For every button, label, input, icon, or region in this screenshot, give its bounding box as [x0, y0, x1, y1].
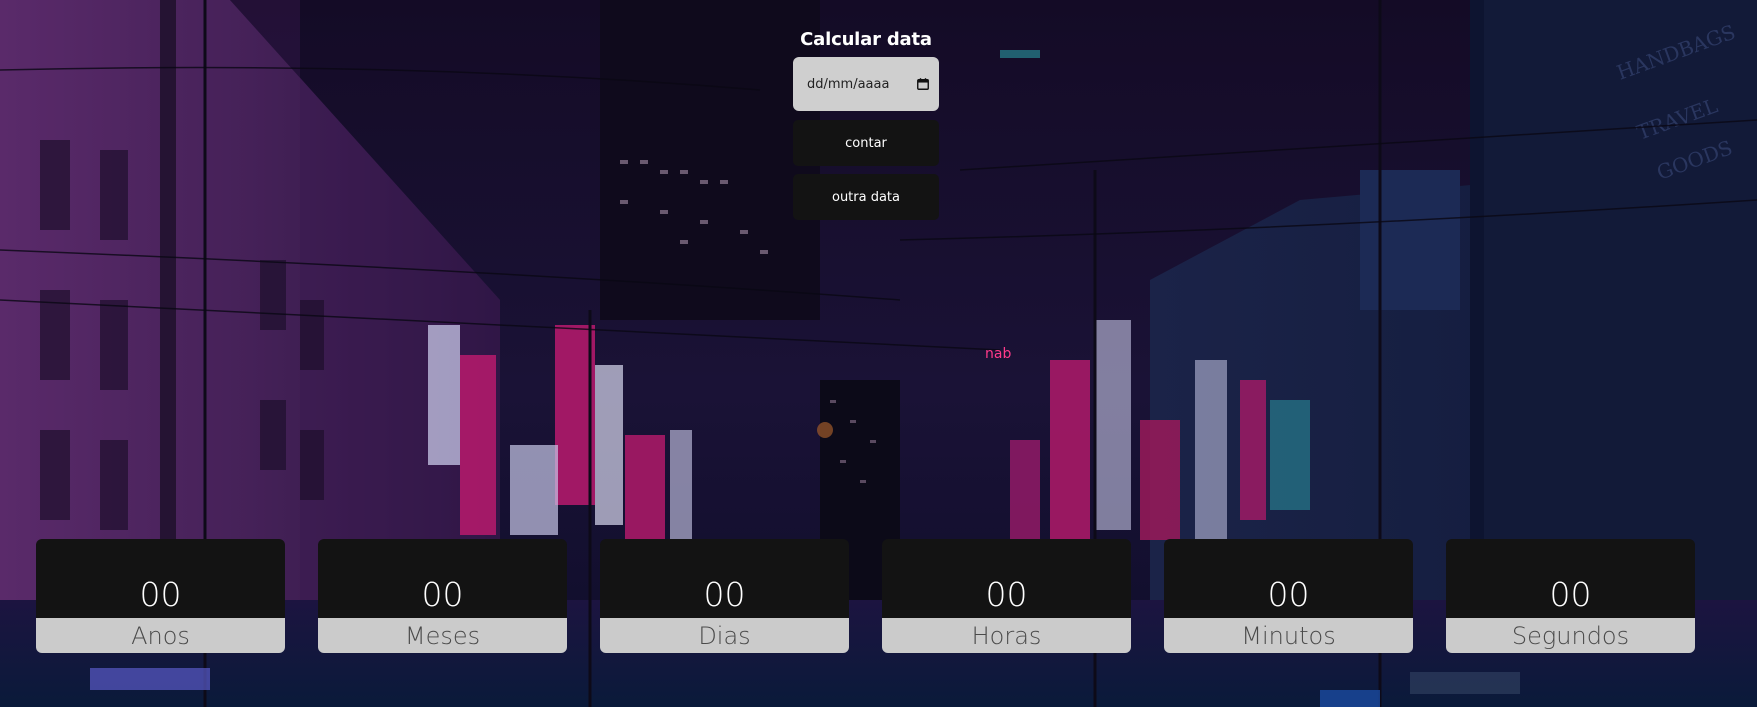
calendar-icon[interactable] [916, 78, 929, 91]
counter-seconds: 00 Segundos [1446, 539, 1695, 653]
date-input-placeholder: dd/mm/aaaa [807, 76, 890, 92]
other-date-button[interactable]: outra data [793, 174, 939, 220]
counter-value: 00 [318, 539, 567, 618]
page-title: Calcular data [800, 29, 932, 50]
counter-minutes: 00 Minutos [1164, 539, 1413, 653]
counter-label: Meses [318, 618, 567, 653]
countdown-counters: 00 Anos 00 Meses 00 Dias 00 Horas 00 Min… [36, 539, 1695, 653]
date-calculator-panel: Calcular data dd/mm/aaaa contar outra da… [793, 28, 939, 220]
counter-value: 00 [882, 539, 1131, 618]
counter-hours: 00 Horas [882, 539, 1131, 653]
counter-label: Dias [600, 618, 849, 653]
counter-value: 00 [600, 539, 849, 618]
counter-days: 00 Dias [600, 539, 849, 653]
count-button[interactable]: contar [793, 120, 939, 166]
counter-value: 00 [36, 539, 285, 618]
counter-label: Horas [882, 618, 1131, 653]
counter-label: Segundos [1446, 618, 1695, 653]
counter-years: 00 Anos [36, 539, 285, 653]
counter-value: 00 [1446, 539, 1695, 618]
counter-value: 00 [1164, 539, 1413, 618]
counter-label: Anos [36, 618, 285, 653]
date-input[interactable]: dd/mm/aaaa [793, 57, 939, 111]
svg-text:nab: nab [985, 346, 1011, 362]
counter-months: 00 Meses [318, 539, 567, 653]
counter-label: Minutos [1164, 618, 1413, 653]
